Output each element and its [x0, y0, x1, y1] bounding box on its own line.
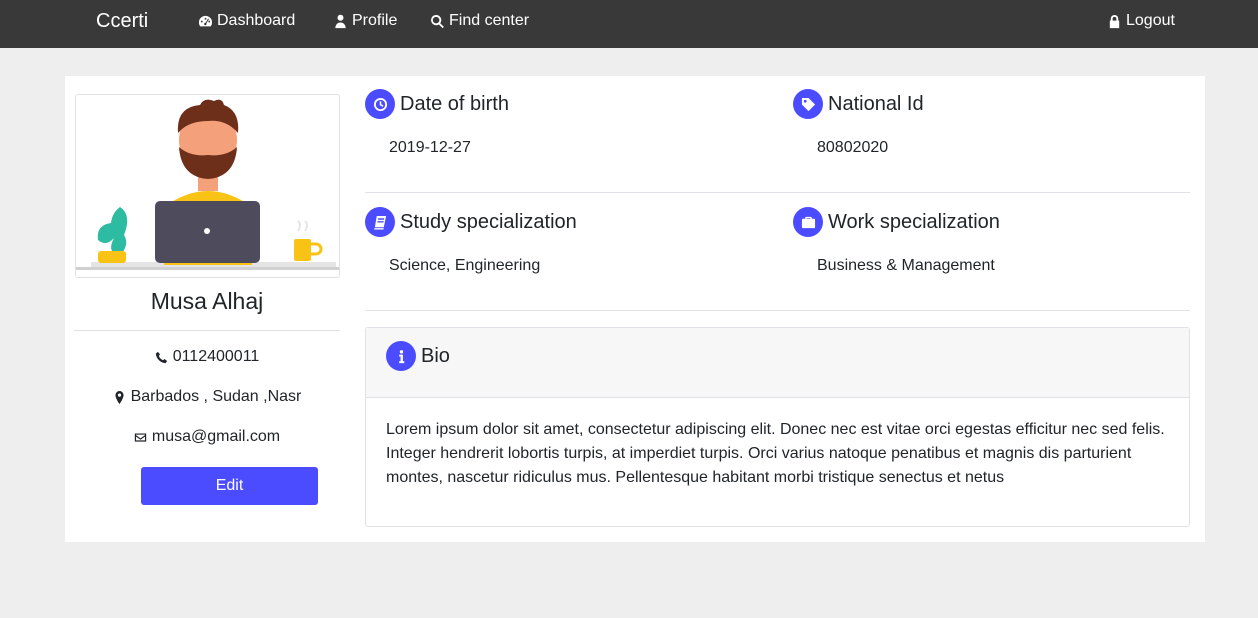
- phone-text: 0112400011: [172, 348, 260, 365]
- nav-find-center[interactable]: Find center: [430, 12, 529, 30]
- avatar-illustration: [76, 99, 339, 270]
- profile-name: Musa Alhaj: [150, 288, 264, 314]
- email-text: musa@gmail.com: [151, 428, 281, 445]
- bio-header: Bio: [366, 328, 1189, 398]
- work-value: Business & Management: [817, 257, 995, 274]
- map-marker-icon: [115, 390, 124, 404]
- location-text: Barbados , Sudan ,Nasr: [130, 388, 302, 405]
- avatar: [75, 94, 340, 278]
- email-line: musa@gmail.com: [74, 428, 340, 446]
- clock-icon: [365, 89, 395, 119]
- work-label: Work specialization: [828, 210, 1000, 233]
- study-value: Science, Engineering: [389, 257, 541, 274]
- book-icon: [365, 207, 395, 237]
- briefcase-icon: [793, 207, 823, 237]
- dob-label: Date of birth: [400, 92, 509, 115]
- divider: [365, 192, 1190, 193]
- bio-title: Bio: [386, 341, 450, 371]
- phone-line: 0112400011: [74, 348, 340, 366]
- edit-button[interactable]: Edit: [141, 467, 318, 505]
- dob-title: Date of birth: [365, 89, 509, 119]
- dob-value: 2019-12-27: [389, 139, 471, 156]
- info-icon: [386, 341, 416, 371]
- national-id-title: National Id: [793, 89, 924, 119]
- nav-logout-label: Logout: [1126, 12, 1175, 29]
- nav-dashboard-label: Dashboard: [217, 12, 296, 29]
- user-icon: [335, 14, 346, 28]
- national-id-label: National Id: [828, 92, 924, 115]
- top-navbar: Ccerti Dashboard Profile Find center Log…: [0, 0, 1258, 48]
- location-line: Barbados , Sudan ,Nasr: [74, 388, 340, 406]
- nav-find-center-label: Find center: [449, 12, 530, 29]
- dashboard-icon: [198, 15, 213, 26]
- lock-icon: [1109, 14, 1120, 28]
- brand-logo[interactable]: Ccerti: [96, 10, 148, 33]
- tag-icon: [793, 89, 823, 119]
- nav-profile-label: Profile: [352, 12, 398, 29]
- nav-logout[interactable]: Logout: [1107, 12, 1175, 30]
- work-title: Work specialization: [793, 207, 1000, 237]
- envelope-icon: [134, 432, 147, 442]
- profile-card: Musa Alhaj 0112400011 Barbados , Sudan ,…: [65, 76, 1205, 542]
- bio-text: Lorem ipsum dolor sit amet, consectetur …: [386, 421, 1165, 486]
- nav-profile[interactable]: Profile: [333, 12, 397, 30]
- study-title: Study specialization: [365, 207, 577, 237]
- phone-icon: [155, 351, 167, 363]
- nav-dashboard[interactable]: Dashboard: [198, 12, 295, 30]
- national-id-value: 80802020: [817, 139, 889, 156]
- bio-card: Bio Lorem ipsum dolor sit amet, consecte…: [365, 327, 1190, 527]
- divider: [74, 330, 340, 331]
- search-icon: [431, 14, 444, 28]
- study-label: Study specialization: [400, 210, 577, 233]
- bio-label: Bio: [421, 344, 450, 367]
- divider: [365, 310, 1190, 311]
